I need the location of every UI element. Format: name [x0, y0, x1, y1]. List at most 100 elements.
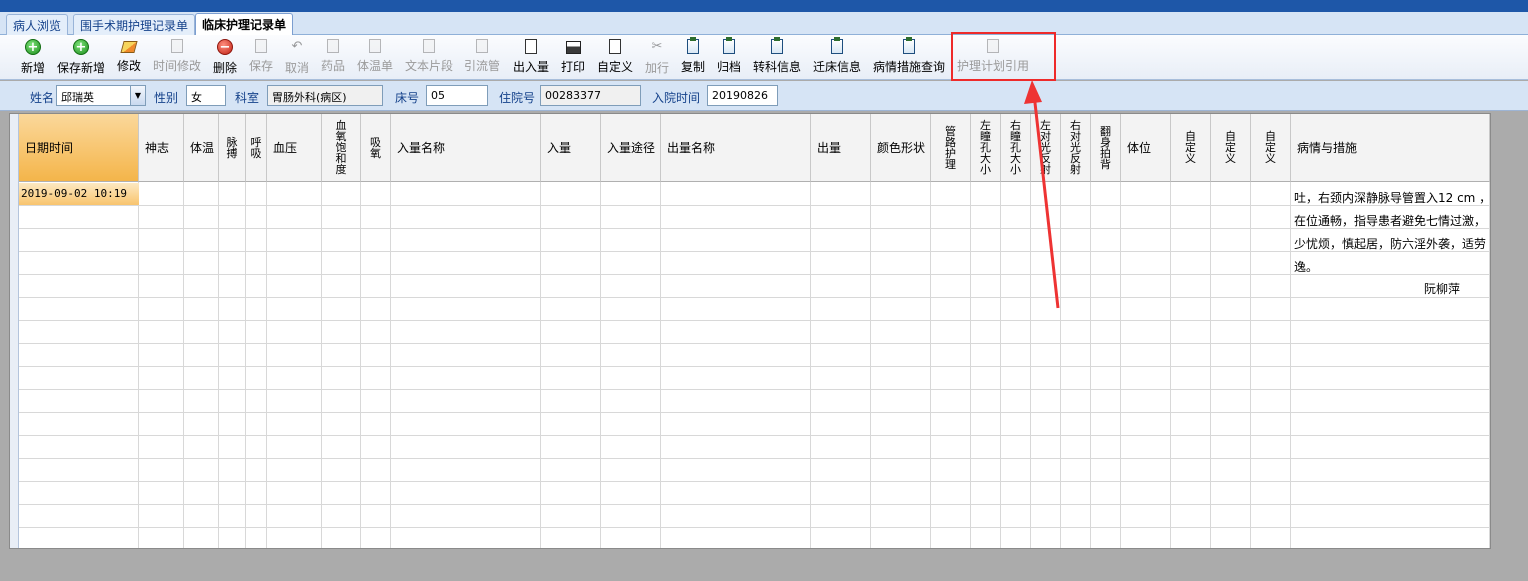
transfer-dept-button[interactable]: 转科信息: [752, 37, 802, 77]
print-button[interactable]: 打印: [560, 39, 586, 77]
note-line-1[interactable]: 吐，右颈内深静脉导管置入12 cm ，: [1294, 189, 1490, 206]
grid-column-line: [360, 182, 361, 548]
tab-bar: 病人浏览 围手术期护理记录单 临床护理记录单: [0, 12, 1528, 36]
print-label: 打印: [560, 60, 585, 74]
column-header-spo2[interactable]: 血氧饱和度: [322, 114, 361, 182]
column-header-consciousness[interactable]: 神志: [139, 114, 184, 182]
intake-output-button[interactable]: 出入量: [512, 39, 550, 77]
column-header-condition-measures[interactable]: 病情与措施: [1291, 114, 1490, 182]
gender-field[interactable]: 女: [186, 85, 226, 106]
grid-row-line: [19, 412, 1490, 413]
column-header-label: 左对光反射: [1040, 119, 1051, 176]
grid-row-line: [19, 251, 1490, 252]
save-label: 保存: [248, 59, 273, 73]
row-indicator-bar: [10, 114, 19, 548]
column-header-blood-pressure[interactable]: 血压: [267, 114, 322, 182]
name-value: 邱瑞英: [61, 91, 94, 104]
column-header-custom-1[interactable]: 自定义: [1171, 114, 1211, 182]
add-button[interactable]: + 新增: [19, 39, 47, 77]
column-header-datetime[interactable]: 日期时间: [19, 114, 139, 182]
grid-row-line: [19, 274, 1490, 275]
column-header-output[interactable]: 出量: [811, 114, 871, 182]
nurse-signature[interactable]: 阮柳萍: [1424, 280, 1460, 297]
grid-row-line: [19, 504, 1490, 505]
grid-column-line: [870, 182, 871, 548]
column-header-color-shape[interactable]: 颜色形状: [871, 114, 931, 182]
datetime-cell[interactable]: 2019-09-02 10:19: [19, 183, 139, 205]
add-row-button[interactable]: ✂ 加行: [644, 39, 670, 77]
cancel-button[interactable]: ↶ 取消: [284, 39, 310, 77]
grid-column-line: [390, 182, 391, 548]
grid-row-line: [19, 205, 1490, 206]
bed-transfer-button[interactable]: 迁床信息: [812, 37, 862, 77]
add-icon: +: [25, 39, 41, 55]
column-header-custom-3[interactable]: 自定义: [1251, 114, 1291, 182]
grid-column-line: [321, 182, 322, 548]
column-header-intake-name[interactable]: 入量名称: [391, 114, 541, 182]
column-header-position[interactable]: 体位: [1121, 114, 1171, 182]
bed-transfer-label: 迁床信息: [812, 60, 861, 74]
column-header-turn-pat[interactable]: 翻身拍背: [1091, 114, 1121, 182]
inpatient-field[interactable]: 00283377: [540, 85, 641, 106]
drainage-icon: [476, 39, 488, 53]
column-header-custom-2[interactable]: 自定义: [1211, 114, 1251, 182]
condition-query-icon: [903, 37, 915, 54]
tab-clinical-nursing-record[interactable]: 临床护理记录单: [195, 13, 294, 36]
drug-button[interactable]: 药品: [320, 39, 346, 77]
archive-button[interactable]: 归档: [716, 37, 742, 77]
delete-button[interactable]: − 删除: [212, 39, 238, 77]
column-header-pulse[interactable]: 脉搏: [219, 114, 246, 182]
drug-label: 药品: [320, 59, 345, 73]
admission-field[interactable]: 20190826: [707, 85, 778, 106]
column-header-output-name[interactable]: 出量名称: [661, 114, 811, 182]
copy-icon: [687, 37, 699, 54]
column-header-intake-route[interactable]: 入量途径: [601, 114, 661, 182]
text-snippet-button[interactable]: 文本片段: [404, 39, 454, 77]
grid-row-line: [19, 320, 1490, 321]
grid-column-line: [1250, 182, 1251, 548]
custom-button[interactable]: 自定义: [596, 39, 634, 77]
column-header-respiration[interactable]: 呼吸: [246, 114, 267, 182]
dept-field[interactable]: 胃肠外科(病区): [267, 85, 383, 106]
grid-column-line: [540, 182, 541, 548]
time-edit-button[interactable]: 时间修改: [152, 39, 202, 77]
column-header-label: 脉搏: [226, 135, 238, 160]
delete-label: 删除: [212, 61, 237, 75]
column-header-left-pupil[interactable]: 左瞳孔大小: [971, 114, 1001, 182]
column-header-tube-care[interactable]: 管路护理: [931, 114, 971, 182]
column-header-intake[interactable]: 入量: [541, 114, 601, 182]
copy-button[interactable]: 复制: [680, 37, 706, 77]
column-header-oxygen[interactable]: 吸氧: [361, 114, 391, 182]
grid-column-line: [245, 182, 246, 548]
drainage-button[interactable]: 引流管: [463, 39, 501, 77]
bed-field[interactable]: 05: [426, 85, 488, 106]
column-header-right-reflex[interactable]: 右对光反射: [1061, 114, 1091, 182]
note-line-3[interactable]: 少忧烦，慎起居，防六淫外袭，适劳: [1294, 235, 1486, 252]
name-combo[interactable]: 邱瑞英 ▼: [56, 85, 146, 106]
column-header-left-reflex[interactable]: 左对光反射: [1031, 114, 1061, 182]
condition-query-label: 病情措施查询: [872, 60, 945, 74]
edit-icon: [120, 41, 138, 53]
temperature-sheet-label: 体温单: [356, 59, 393, 73]
condition-query-button[interactable]: 病情措施查询: [872, 37, 946, 77]
tab-perioperative-record[interactable]: 围手术期护理记录单: [73, 14, 196, 35]
column-header-temperature[interactable]: 体温: [184, 114, 219, 182]
save-add-button[interactable]: + 保存新增: [56, 39, 106, 77]
edit-button[interactable]: 修改: [116, 39, 142, 77]
nursing-record-grid[interactable]: 日期时间 神志 体温 脉搏 呼吸 血压 血氧饱和度 吸氧 入量名称 入量 入量途径 出量名称 出量 颜色形…: [9, 113, 1491, 549]
tab-patient-browse[interactable]: 病人浏览: [6, 14, 69, 35]
note-line-2[interactable]: 在位通畅，指导患者避免七情过激，: [1294, 212, 1486, 229]
chevron-down-icon[interactable]: ▼: [130, 86, 145, 105]
grid-column-line: [1170, 182, 1171, 548]
printer-icon: [565, 41, 581, 54]
add-row-icon: ✂: [651, 39, 663, 54]
note-line-4[interactable]: 逸。: [1294, 258, 1318, 275]
undo-icon: ↶: [291, 39, 303, 54]
column-header-label: 吸氧: [370, 135, 381, 160]
time-edit-icon: [171, 39, 183, 53]
drainage-label: 引流管: [463, 59, 500, 73]
column-header-right-pupil[interactable]: 右瞳孔大小: [1001, 114, 1031, 182]
temperature-sheet-button[interactable]: 体温单: [356, 39, 394, 77]
save-button[interactable]: 保存: [248, 39, 274, 77]
column-header-label: 自定义: [1225, 130, 1236, 165]
